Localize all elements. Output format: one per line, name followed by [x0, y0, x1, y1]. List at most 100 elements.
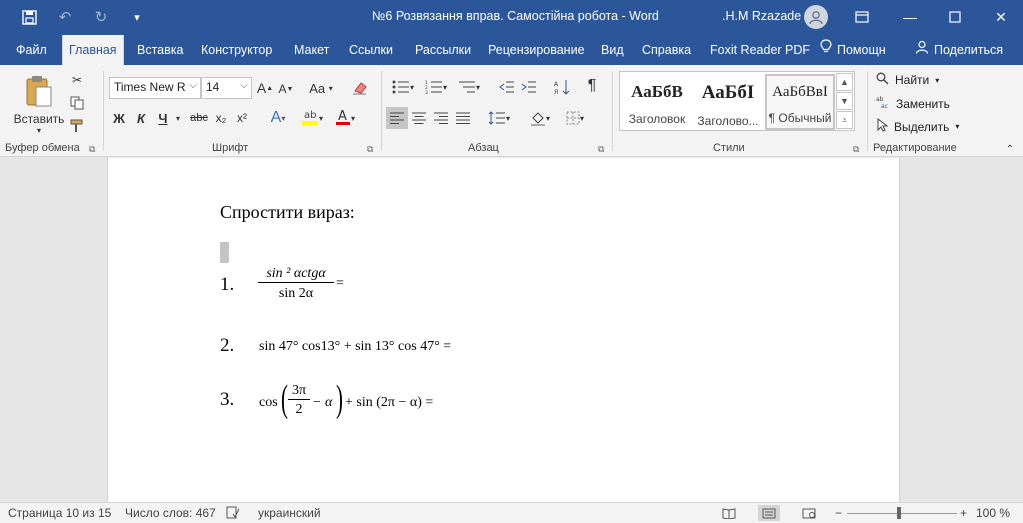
zoom-level[interactable]: 100 % — [976, 506, 1010, 520]
copy-icon[interactable] — [67, 93, 87, 113]
change-case-button[interactable]: Aa ▾ — [306, 78, 336, 98]
show-formatting-marks-button[interactable]: ¶ — [582, 75, 602, 97]
superscript-button[interactable]: x² — [233, 108, 251, 128]
tab-review[interactable]: Рецензирование — [482, 35, 591, 65]
line-spacing-button[interactable]: ▾ — [484, 107, 514, 129]
text-effects-icon: A — [270, 109, 282, 126]
fraction-numerator: sin ² αctgα — [266, 266, 326, 281]
right-parenthesis: ) — [336, 378, 343, 420]
font-group-label: Шрифт — [212, 142, 249, 154]
chevron-down-icon[interactable]: ▾ — [173, 110, 183, 126]
styles-scroll-down-icon[interactable]: ▼ — [836, 92, 853, 110]
font-color-button[interactable]: A ▾ — [330, 107, 360, 129]
tab-help[interactable]: Справка — [636, 35, 697, 65]
proofing-icon[interactable] — [226, 506, 240, 522]
bullets-button[interactable]: ▾ — [388, 77, 418, 97]
tell-me-button[interactable]: Помощн — [820, 35, 886, 65]
font-name-select[interactable]: Times New R ⌵ — [109, 77, 201, 99]
paragraph-launcher-icon[interactable]: ⧉ — [598, 144, 604, 155]
math-term: − α — [312, 395, 333, 410]
word-count[interactable]: Число слов: 467 — [125, 506, 216, 520]
style-name: ¶ Обычный — [768, 111, 832, 125]
paste-button[interactable]: Вставить ▾ — [14, 71, 64, 139]
sort-icon[interactable]: AЯ — [552, 77, 572, 97]
chevron-down-icon: ▾ — [36, 126, 41, 135]
align-left-icon[interactable] — [386, 107, 408, 129]
multilevel-list-button[interactable]: ▾ — [454, 77, 484, 97]
tab-file[interactable]: Файл — [10, 35, 53, 65]
clipboard-icon — [24, 75, 54, 112]
decrease-indent-icon[interactable] — [497, 77, 517, 97]
clipboard-launcher-icon[interactable]: ⧉ — [89, 144, 95, 155]
highlight-button[interactable]: ab ▾ — [297, 107, 327, 129]
subscript-button[interactable]: x₂ — [212, 108, 230, 128]
group-divider — [103, 71, 104, 151]
align-center-icon[interactable] — [408, 107, 430, 129]
clear-formatting-icon[interactable] — [350, 78, 370, 98]
collapse-ribbon-icon[interactable]: ⌃ — [1003, 143, 1017, 155]
page-count[interactable]: Страница 10 из 15 — [8, 506, 111, 520]
increase-indent-icon[interactable] — [519, 77, 539, 97]
italic-button[interactable]: К — [133, 108, 149, 128]
document-page[interactable]: Спростити вираз: 1. sin ² αctgα sin 2α =… — [107, 158, 900, 502]
fraction-numerator: 3π — [291, 383, 307, 398]
fraction-denominator: 2 — [295, 402, 303, 417]
avatar[interactable] — [804, 5, 828, 29]
read-mode-icon[interactable] — [718, 505, 740, 521]
tab-layout[interactable]: Макет — [288, 35, 335, 65]
tab-design[interactable]: Конструктор — [195, 35, 278, 65]
shading-button[interactable]: ▾ — [525, 107, 555, 129]
zoom-out-icon[interactable]: − — [835, 506, 842, 520]
tab-insert[interactable]: Вставка — [131, 35, 189, 65]
share-button[interactable]: Поделиться — [915, 35, 1003, 65]
font-launcher-icon[interactable]: ⧉ — [367, 144, 373, 155]
align-right-icon[interactable] — [430, 107, 452, 129]
styles-launcher-icon[interactable]: ⧉ — [853, 144, 859, 155]
style-heading-2[interactable]: АаБбI Заголово... — [693, 74, 763, 130]
document-area[interactable]: Спростити вираз: 1. sin ² αctgα sin 2α =… — [0, 158, 1023, 502]
borders-button[interactable]: ▾ — [560, 107, 590, 129]
group-divider — [381, 71, 382, 151]
styles-more-icon[interactable]: ⩡ — [836, 111, 853, 129]
user-name[interactable]: .H.M Rzazade — [722, 9, 801, 23]
customize-qat-icon[interactable]: ▾ — [126, 7, 148, 27]
svg-text:ab: ab — [304, 110, 316, 121]
underline-button[interactable]: Ч — [155, 108, 171, 128]
styles-scroll-up-icon[interactable]: ▲ — [836, 73, 853, 91]
shrink-font-button[interactable]: A ▼ — [278, 80, 294, 98]
tab-view[interactable]: Вид — [595, 35, 630, 65]
print-layout-icon[interactable] — [758, 505, 780, 521]
tab-foxit[interactable]: Foxit Reader PDF — [704, 35, 816, 65]
maximize-icon[interactable] — [942, 5, 968, 29]
numbering-button[interactable]: 1 2 3 ▾ — [421, 77, 451, 97]
cut-icon[interactable]: ✂ — [67, 70, 87, 90]
grow-font-button[interactable]: A ▲ — [257, 79, 273, 97]
ribbon-display-options-icon[interactable] — [849, 5, 875, 29]
language-indicator[interactable]: украинский — [258, 506, 321, 520]
zoom-slider-thumb[interactable] — [897, 507, 901, 519]
minimize-icon[interactable]: — — [897, 5, 923, 29]
select-button[interactable]: Выделить ▾ — [876, 117, 959, 135]
undo-icon[interactable]: ↶ — [54, 7, 76, 27]
zoom-in-icon[interactable]: + — [960, 506, 967, 520]
tab-references[interactable]: Ссылки — [343, 35, 399, 65]
tab-home[interactable]: Главная — [62, 35, 124, 65]
style-heading[interactable]: АаБбВ Заголовок — [622, 74, 692, 130]
find-button[interactable]: Найти ▾ — [876, 72, 939, 88]
web-layout-icon[interactable] — [798, 505, 820, 521]
text-effects-button[interactable]: A ▾ — [264, 107, 292, 129]
redo-icon[interactable]: ↻ — [90, 7, 112, 27]
justify-icon[interactable] — [452, 107, 474, 129]
bold-button[interactable]: Ж — [111, 108, 127, 128]
styles-group-label: Стили — [713, 142, 745, 154]
save-icon[interactable] — [18, 7, 40, 27]
strikethrough-button[interactable]: abc — [188, 108, 210, 128]
tab-mailings[interactable]: Рассылки — [409, 35, 477, 65]
close-icon[interactable]: ✕ — [988, 5, 1014, 29]
replace-button[interactable]: ab ac Заменить — [876, 95, 950, 112]
font-size-select[interactable]: 14 ⌵ — [201, 77, 252, 99]
style-normal[interactable]: АаБбВвI ¶ Обычный — [765, 74, 835, 130]
format-painter-icon[interactable] — [67, 116, 87, 136]
list-number: 2. — [220, 335, 235, 356]
zoom-slider-track[interactable] — [847, 513, 957, 514]
